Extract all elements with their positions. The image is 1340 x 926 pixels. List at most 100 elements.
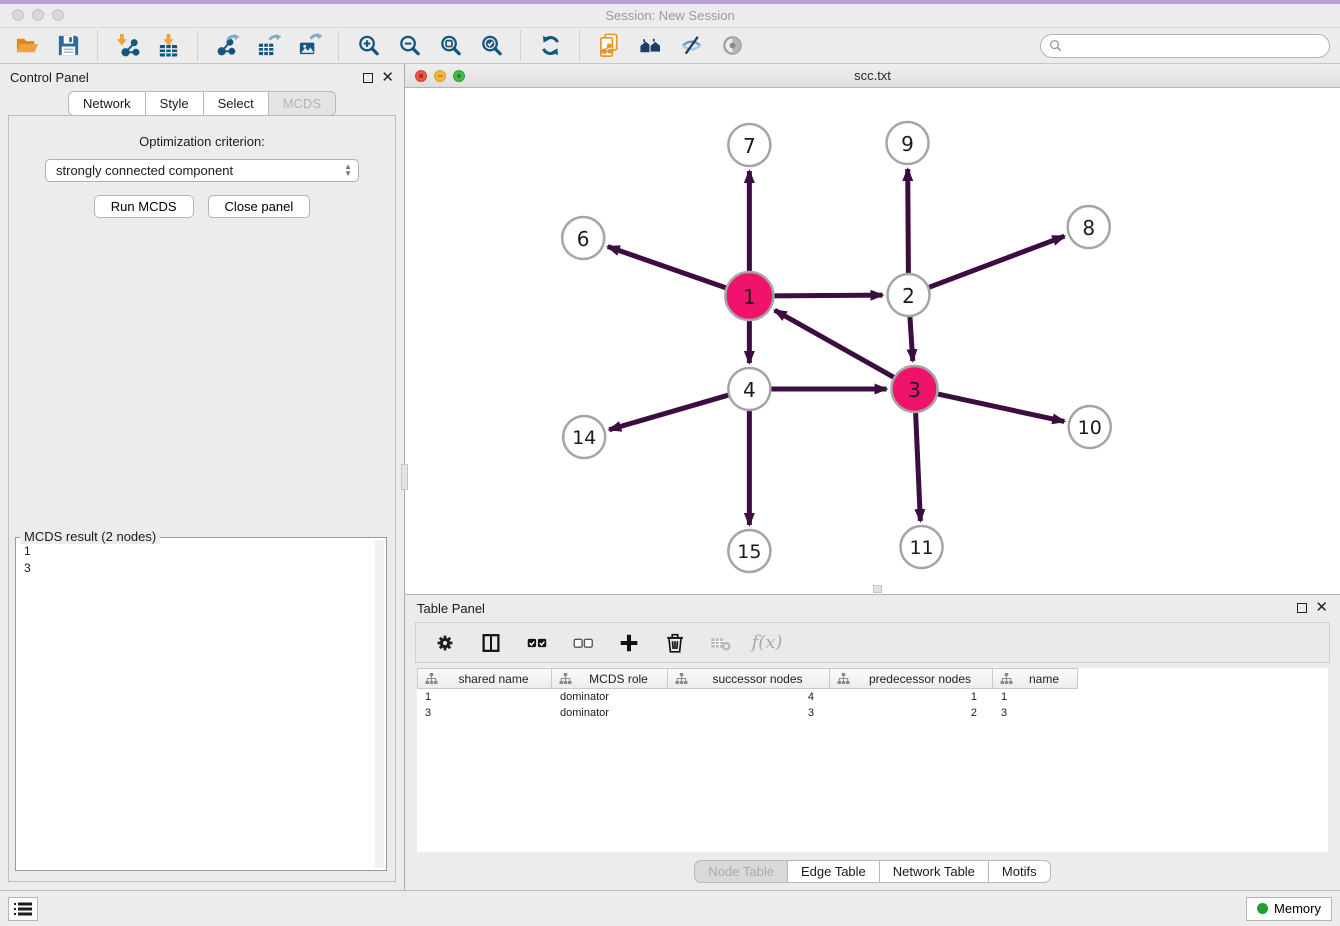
save-floppy-icon[interactable] [51, 31, 85, 61]
optimization-criterion-select[interactable]: strongly connected component ▲▼ [45, 159, 359, 182]
tab-node-table[interactable]: Node Table [694, 860, 788, 883]
refresh-icon[interactable] [533, 31, 567, 61]
graph-edge-2-3[interactable] [910, 314, 913, 361]
delete-column-icon[interactable] [662, 630, 688, 656]
table-panel-header: Table Panel ✕ [405, 595, 1340, 621]
zoom-in-icon[interactable] [351, 31, 385, 61]
table-cell: 2 [830, 705, 993, 721]
table-panel-tabs: Node TableEdge TableNetwork TableMotifs [405, 852, 1340, 890]
close-panel-button[interactable]: Close panel [208, 195, 311, 218]
float-panel-icon[interactable] [363, 73, 373, 83]
tab-motifs[interactable]: Motifs [988, 860, 1051, 883]
graph-node-label: 10 [1078, 417, 1102, 439]
tab-network[interactable]: Network [68, 91, 146, 116]
network-close-icon[interactable]: × [415, 70, 427, 82]
graph-edge-3-10[interactable] [935, 393, 1064, 421]
table-cell: 4 [668, 689, 830, 705]
graph-node-label: 1 [743, 285, 756, 309]
open-folder-icon[interactable] [10, 31, 44, 61]
deselect-all-icon[interactable] [570, 630, 596, 656]
delete-table-icon[interactable] [708, 630, 734, 656]
graph-node-label: 3 [908, 378, 921, 402]
export-image-icon[interactable] [292, 31, 326, 61]
float-table-panel-icon[interactable] [1297, 603, 1307, 613]
table-cell: dominator [552, 705, 668, 721]
tab-mcds[interactable]: MCDS [268, 91, 336, 116]
zoom-fit-icon[interactable] [433, 31, 467, 61]
canvas-splitter-handle[interactable] [873, 585, 882, 593]
run-mcds-button[interactable]: Run MCDS [94, 195, 194, 218]
mcds-result-line: 3 [24, 560, 378, 577]
network-maximize-icon[interactable]: + [453, 70, 465, 82]
mcds-result-box[interactable]: MCDS result (2 nodes) 13 [15, 537, 387, 871]
toolbar-separator [97, 31, 98, 61]
first-neighbors-icon[interactable] [633, 31, 667, 61]
hierarchy-icon [837, 673, 850, 685]
tab-edge-table[interactable]: Edge Table [787, 860, 880, 883]
table-cell: 1 [993, 689, 1078, 705]
graph-node-label: 15 [737, 541, 761, 563]
zoom-selected-icon[interactable] [474, 31, 508, 61]
graph-node-label: 6 [577, 227, 590, 251]
search-input[interactable] [1067, 39, 1321, 53]
graph-edge-3-11[interactable] [915, 410, 920, 521]
main-area: Control Panel ✕ NetworkStyleSelectMCDS O… [0, 64, 1340, 890]
mcds-result-title: MCDS result (2 nodes) [20, 529, 160, 544]
add-column-icon[interactable] [616, 630, 642, 656]
result-scrollbar[interactable] [375, 540, 384, 868]
zoom-out-icon[interactable] [392, 31, 426, 61]
search-box [1040, 34, 1330, 58]
gear-icon[interactable] [432, 630, 458, 656]
table-row[interactable]: 1dominator411 [417, 689, 1328, 705]
toolbar-separator [338, 31, 339, 61]
hide-selected-icon[interactable] [674, 31, 708, 61]
export-network-icon[interactable] [210, 31, 244, 61]
panel-splitter-handle[interactable] [401, 464, 408, 490]
network-graph[interactable]: 7968124314101511 [405, 88, 1340, 594]
tab-select[interactable]: Select [203, 91, 269, 116]
column-header-mcds-role[interactable]: MCDS role [552, 668, 668, 689]
graph-node-label: 2 [902, 284, 915, 308]
new-network-from-selection-icon[interactable] [592, 31, 626, 61]
graph-edge-4-14[interactable] [609, 394, 731, 429]
mcds-tab-content: Optimization criterion: strongly connect… [8, 115, 396, 882]
graph-edge-1-6[interactable] [608, 247, 729, 289]
import-network-icon[interactable] [110, 31, 144, 61]
table-cell: 1 [417, 689, 552, 705]
control-panel-tabs: NetworkStyleSelectMCDS [0, 91, 404, 116]
memory-button[interactable]: Memory [1246, 897, 1332, 921]
hierarchy-icon [425, 673, 438, 685]
graph-edge-3-1[interactable] [775, 310, 897, 378]
close-table-panel-icon[interactable]: ✕ [1315, 603, 1328, 613]
table-panel: Table Panel ✕ [405, 595, 1340, 890]
column-header-shared-name[interactable]: shared name [417, 668, 552, 689]
control-panel-header: Control Panel ✕ [0, 64, 404, 91]
select-all-icon[interactable] [524, 630, 550, 656]
column-header-successor-nodes[interactable]: successor nodes [668, 668, 830, 689]
import-table-icon[interactable] [151, 31, 185, 61]
graph-edge-2-8[interactable] [926, 236, 1064, 288]
tab-network-table[interactable]: Network Table [879, 860, 989, 883]
close-panel-icon[interactable]: ✕ [381, 73, 394, 83]
toolbar-separator [579, 31, 580, 61]
network-canvas[interactable]: 7968124314101511 [405, 88, 1340, 594]
graph-edge-1-2[interactable] [771, 295, 882, 296]
table-row[interactable]: 3dominator323 [417, 705, 1328, 721]
task-history-icon[interactable] [8, 897, 38, 921]
columns-icon[interactable] [478, 630, 504, 656]
export-table-icon[interactable] [251, 31, 285, 61]
graph-edge-2-9[interactable] [908, 169, 909, 276]
application-window: Session: New Session [0, 0, 1340, 926]
toolbar-separator [197, 31, 198, 61]
table-cell: dominator [552, 689, 668, 705]
column-header-name[interactable]: name [993, 668, 1078, 689]
column-header-predecessor-nodes[interactable]: predecessor nodes [830, 668, 993, 689]
network-window-titlebar: × − + scc.txt [405, 64, 1340, 88]
tab-style[interactable]: Style [145, 91, 204, 116]
show-hidden-icon[interactable] [715, 31, 749, 61]
function-builder-icon[interactable]: f(x) [754, 630, 780, 656]
network-minimize-icon[interactable]: − [434, 70, 446, 82]
node-table-rows: 1dominator4113dominator323 [417, 689, 1328, 721]
table-cell: 1 [830, 689, 993, 705]
table-toolbar: f(x) [415, 622, 1330, 663]
